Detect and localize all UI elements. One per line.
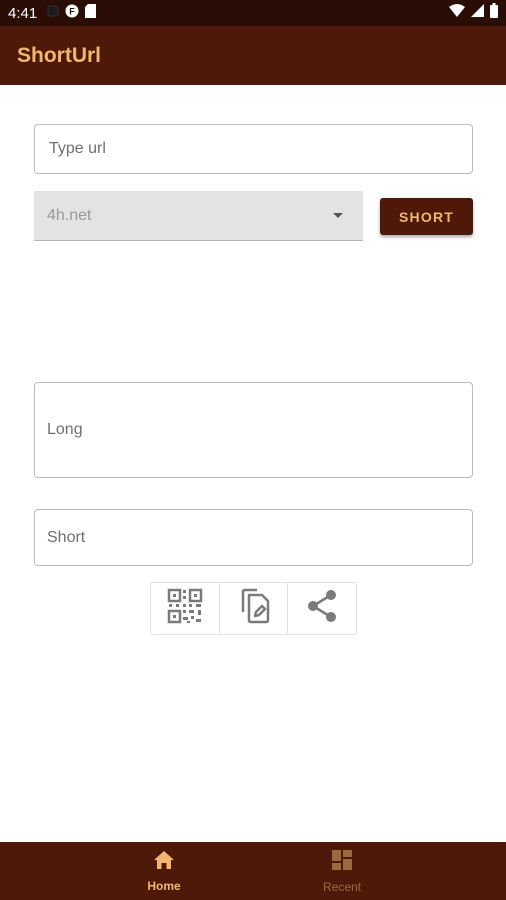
status-icons-left: F <box>47 3 97 23</box>
short-button[interactable]: SHORT <box>380 198 473 235</box>
signal-icon <box>471 4 484 22</box>
domain-selected-value: 4h.net <box>47 206 92 224</box>
action-button-group <box>150 582 357 635</box>
status-icons-right <box>449 3 498 23</box>
qr-code-icon <box>167 588 203 629</box>
copy-icon <box>236 588 272 629</box>
share-button[interactable] <box>288 583 356 634</box>
nav-item-recent[interactable]: Recent <box>302 842 382 900</box>
url-input-field[interactable] <box>34 124 473 174</box>
dot-icon <box>47 4 59 22</box>
share-icon <box>304 588 340 629</box>
app-bar: ShortUrl <box>0 26 506 85</box>
wifi-icon <box>449 4 465 22</box>
status-bar: 4:41 F <box>0 0 506 26</box>
bottom-nav: Home Recent <box>0 842 506 900</box>
short-url-label: Short <box>47 528 86 546</box>
circle-f-icon: F <box>65 4 79 23</box>
long-url-field[interactable]: Long <box>34 382 473 478</box>
sd-card-icon <box>85 3 97 23</box>
qr-code-button[interactable] <box>151 583 220 634</box>
nav-label-home: Home <box>147 878 181 893</box>
short-url-field[interactable]: Short <box>34 509 473 566</box>
url-input[interactable] <box>47 139 472 159</box>
long-url-label: Long <box>47 421 83 438</box>
home-icon <box>153 850 175 875</box>
app-title: ShortUrl <box>17 43 101 67</box>
nav-item-home[interactable]: Home <box>124 842 204 900</box>
dropdown-arrow-icon <box>333 213 343 218</box>
grid-icon <box>331 849 353 876</box>
svg-text:F: F <box>69 6 75 16</box>
battery-icon <box>490 3 498 23</box>
nav-label-recent: Recent <box>322 879 362 894</box>
domain-select[interactable]: 4h.net <box>34 191 363 241</box>
screen: 4:41 F ShortUrl Type url 4h.net SHORT Lo… <box>0 0 506 900</box>
copy-button[interactable] <box>220 583 289 634</box>
status-time: 4:41 <box>8 4 38 22</box>
